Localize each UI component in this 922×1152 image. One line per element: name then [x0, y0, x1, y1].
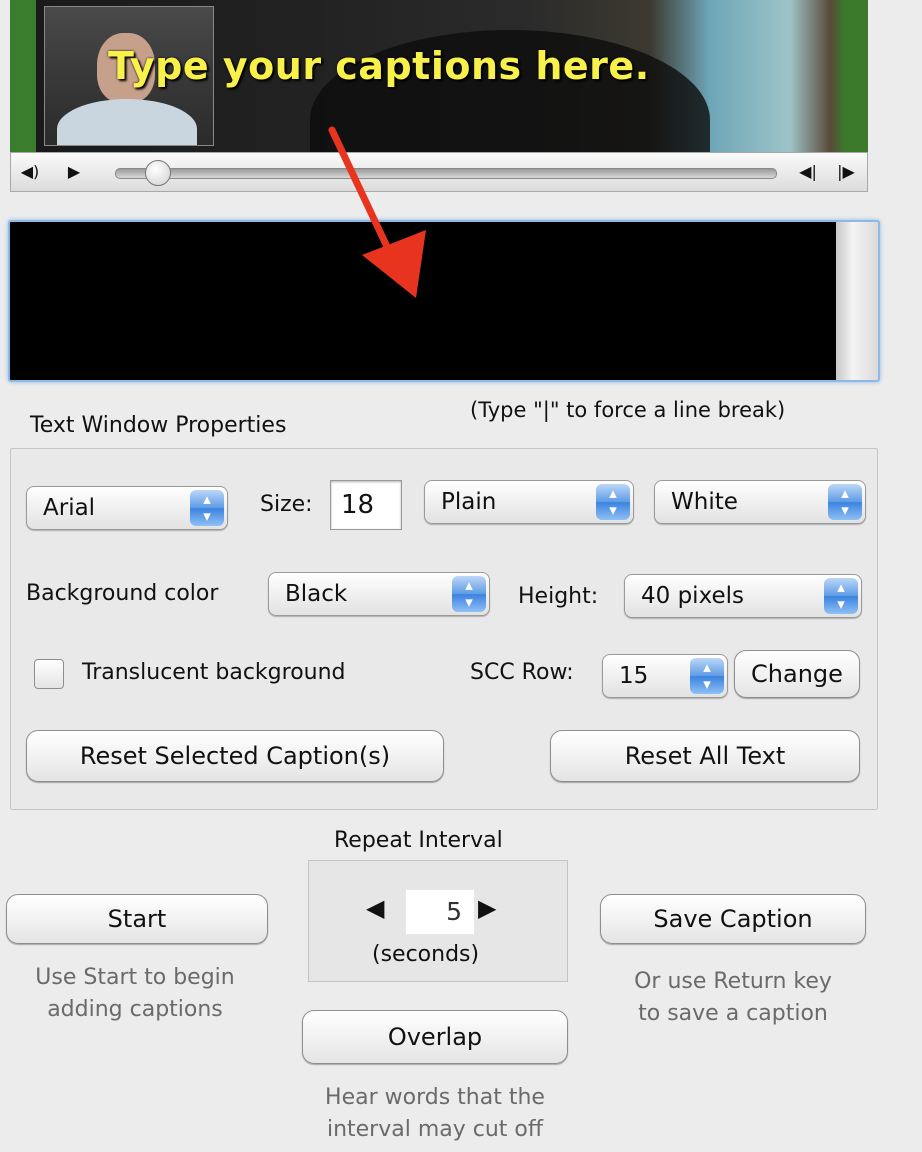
save-note-line-1: Or use Return key	[634, 969, 832, 994]
volume-icon[interactable]: ◀)	[17, 159, 43, 185]
play-icon[interactable]: ▶	[61, 159, 87, 185]
start-note: Use Start to begin adding captions	[10, 962, 260, 1026]
scrubber-knob[interactable]	[145, 160, 171, 186]
start-note-line-1: Use Start to begin	[35, 965, 235, 990]
popup-arrows-icon: ▴ ▾	[596, 484, 630, 520]
background-color-label: Background color	[26, 581, 219, 606]
overlap-note: Hear words that the interval may cut off	[290, 1082, 580, 1146]
style-select-value: Plain	[441, 489, 497, 515]
background-color-select[interactable]: Black ▴ ▾	[268, 572, 490, 616]
caption-text-window[interactable]	[8, 220, 880, 382]
interval-field[interactable]: 5	[406, 890, 474, 934]
size-label: Size:	[260, 492, 313, 517]
text-color-select-value: White	[671, 489, 738, 515]
popup-arrows-icon: ▴ ▾	[190, 490, 224, 526]
save-caption-button[interactable]: Save Caption	[600, 894, 866, 944]
repeat-interval-label: Repeat Interval	[334, 828, 503, 853]
seconds-label: (seconds)	[372, 942, 480, 967]
height-select-value: 40 pixels	[641, 583, 744, 609]
height-select[interactable]: 40 pixels ▴ ▾	[624, 574, 862, 618]
step-back-icon[interactable]: ◀|	[795, 159, 821, 185]
size-field[interactable]: 18	[330, 480, 402, 530]
save-note-line-2: to save a caption	[638, 1001, 828, 1026]
scc-row-select[interactable]: 15 ▴ ▾	[602, 654, 728, 698]
style-select[interactable]: Plain ▴ ▾	[424, 480, 634, 524]
popup-arrows-icon: ▴ ▾	[828, 484, 862, 520]
overlap-note-line-1: Hear words that the	[325, 1085, 545, 1110]
text-window-scrollbar[interactable]	[836, 222, 878, 380]
font-select[interactable]: Arial ▴ ▾	[26, 486, 228, 530]
red-arrow-icon	[328, 126, 426, 298]
webcam-shoulders	[57, 99, 197, 145]
interval-decrease-icon[interactable]: ◀	[366, 894, 384, 922]
overlap-note-line-2: interval may cut off	[326, 1117, 544, 1142]
translucent-checkbox[interactable]	[34, 659, 64, 689]
translucent-label: Translucent background	[82, 660, 346, 685]
properties-title: Text Window Properties	[30, 413, 287, 438]
scc-row-label: SCC Row:	[470, 660, 574, 685]
popup-arrows-icon: ▴ ▾	[690, 658, 724, 694]
reset-all-button[interactable]: Reset All Text	[550, 730, 860, 782]
background-color-select-value: Black	[285, 581, 348, 607]
caption-overlay-text: Type your captions here.	[108, 44, 650, 88]
line-break-hint: (Type "|" to force a line break)	[470, 398, 786, 422]
font-select-value: Arial	[43, 495, 96, 521]
reset-selected-button[interactable]: Reset Selected Caption(s)	[26, 730, 444, 782]
scrubber-track[interactable]	[115, 168, 777, 179]
change-button[interactable]: Change	[734, 650, 860, 698]
save-note: Or use Return key to save a caption	[606, 966, 860, 1030]
height-label: Height:	[518, 584, 599, 609]
overlap-button[interactable]: Overlap	[302, 1010, 568, 1064]
interval-increase-icon[interactable]: ▶	[478, 894, 496, 922]
step-forward-icon[interactable]: |▶	[833, 159, 859, 185]
scc-row-select-value: 15	[619, 663, 649, 689]
text-color-select[interactable]: White ▴ ▾	[654, 480, 866, 524]
popup-arrows-icon: ▴ ▾	[452, 576, 486, 612]
start-button[interactable]: Start	[6, 894, 268, 944]
popup-arrows-icon: ▴ ▾	[824, 578, 858, 614]
start-note-line-2: adding captions	[47, 997, 223, 1022]
